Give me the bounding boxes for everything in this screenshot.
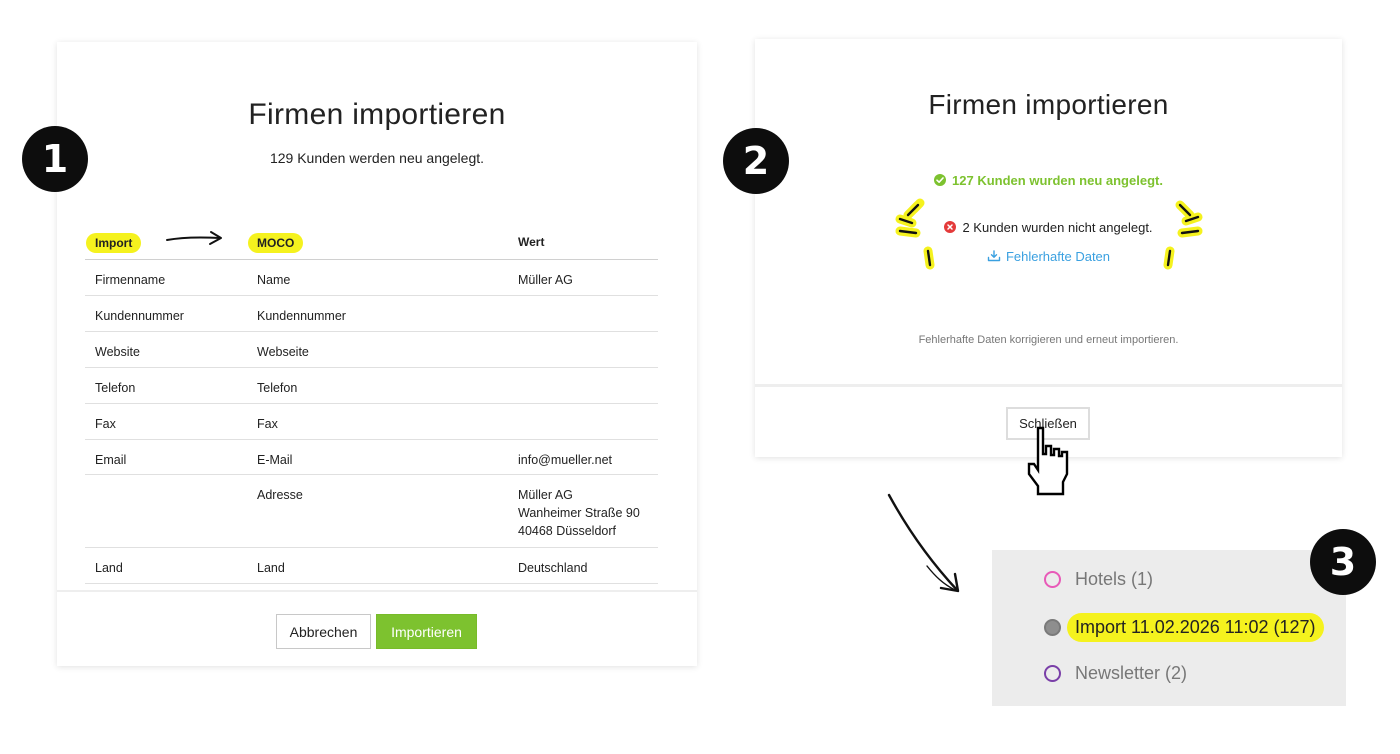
table-row: Kundennummer Kundennummer <box>85 296 658 332</box>
import-field: Land <box>95 561 123 575</box>
import-field: Kundennummer <box>95 309 184 323</box>
tag-item-newsletter[interactable]: Newsletter (2) <box>1044 658 1187 688</box>
moco-field: Webseite <box>257 345 309 359</box>
sample-value: Deutschland <box>518 561 588 575</box>
import-result-dialog: Firmen importieren 127 Kunden wurden neu… <box>755 39 1342 457</box>
dialog-title: Firmen importieren <box>928 89 1169 120</box>
step-badge-3: 3 <box>1310 529 1376 595</box>
sample-value: Müller AG Wanheimer Straße 90 40468 Düss… <box>518 488 640 538</box>
tag-label: Newsletter (2) <box>1075 662 1188 683</box>
step-badge-1: 1 <box>22 126 88 192</box>
table-row: Adresse Müller AG Wanheimer Straße 90 40… <box>85 475 658 548</box>
import-button[interactable]: Importieren <box>376 614 477 649</box>
table-row: Website Webseite <box>85 332 658 368</box>
sample-value: info@mueller.net <box>518 453 612 467</box>
dialog-subtitle: 129 Kunden werden neu angelegt. <box>269 150 485 166</box>
tag-list-panel: Hotels (1) Import 11.02.2026 11:02 (127)… <box>992 550 1346 706</box>
hand-cursor-icon <box>1027 426 1069 496</box>
error-circle-icon <box>944 221 957 233</box>
tag-dot-icon <box>1044 570 1061 588</box>
import-field: Fax <box>95 417 116 431</box>
tag-dot-icon <box>1044 618 1061 636</box>
moco-field: Telefon <box>257 381 298 395</box>
dialog-footer: Abbrechen Importieren <box>57 590 697 666</box>
faulty-data-link-label: Fehlerhafte Daten <box>1005 249 1111 264</box>
download-icon <box>987 250 1001 262</box>
moco-field: Kundennummer <box>257 309 346 323</box>
import-field: Firmenname <box>95 273 166 287</box>
import-field: Telefon <box>95 381 136 395</box>
table-header: Import MOCO Wert <box>85 222 658 260</box>
import-field: Email <box>95 453 127 467</box>
column-header-import: Import <box>86 233 142 253</box>
table-row: Telefon Telefon <box>85 368 658 404</box>
curved-arrow-icon <box>887 493 960 593</box>
moco-field: Land <box>257 561 285 575</box>
column-header-value: Wert <box>518 235 545 249</box>
sample-value: Müller AG <box>518 273 573 287</box>
tag-item-hotels[interactable]: Hotels (1) <box>1044 564 1153 594</box>
column-header-moco: MOCO <box>248 233 304 253</box>
table-row: Email E-Mail info@mueller.net <box>85 440 658 475</box>
mapping-arrow-icon <box>166 231 222 245</box>
moco-field: Name <box>257 273 291 287</box>
success-text: 127 Kunden wurden neu angelegt. <box>952 173 1163 188</box>
step-badge-2: 2 <box>723 128 789 194</box>
sparkle-right-icon <box>1163 200 1203 270</box>
field-mapping-table: Import MOCO Wert Firmenname Name Müller … <box>85 222 658 584</box>
success-message: 127 Kunden wurden neu angelegt. <box>755 173 1342 188</box>
tag-label: Import 11.02.2026 11:02 (127) <box>1067 612 1324 642</box>
moco-field: Fax <box>257 417 278 431</box>
import-preview-dialog: Firmen importieren 129 Kunden werden neu… <box>57 42 697 666</box>
error-text: 2 Kunden wurden nicht angelegt. <box>962 220 1153 235</box>
faulty-data-download-link[interactable]: Fehlerhafte Daten <box>755 249 1342 264</box>
moco-field: E-Mail <box>257 453 293 467</box>
tag-dot-icon <box>1044 664 1061 682</box>
cancel-button[interactable]: Abbrechen <box>276 614 371 649</box>
tag-label: Hotels (1) <box>1075 568 1154 589</box>
tag-item-import[interactable]: Import 11.02.2026 11:02 (127) <box>1044 612 1324 642</box>
error-message: 2 Kunden wurden nicht angelegt. <box>755 220 1342 235</box>
dialog-title: Firmen importieren <box>248 98 506 131</box>
table-row: Fax Fax <box>85 404 658 440</box>
table-row: Firmenname Name Müller AG <box>85 260 658 296</box>
retry-hint: Fehlerhafte Daten korrigieren und erneut… <box>918 334 1179 346</box>
moco-field: Adresse <box>257 488 303 502</box>
check-circle-icon <box>934 174 947 186</box>
import-field: Website <box>95 345 140 359</box>
table-row: Land Land Deutschland <box>85 548 658 584</box>
sparkle-left-icon <box>895 198 935 270</box>
